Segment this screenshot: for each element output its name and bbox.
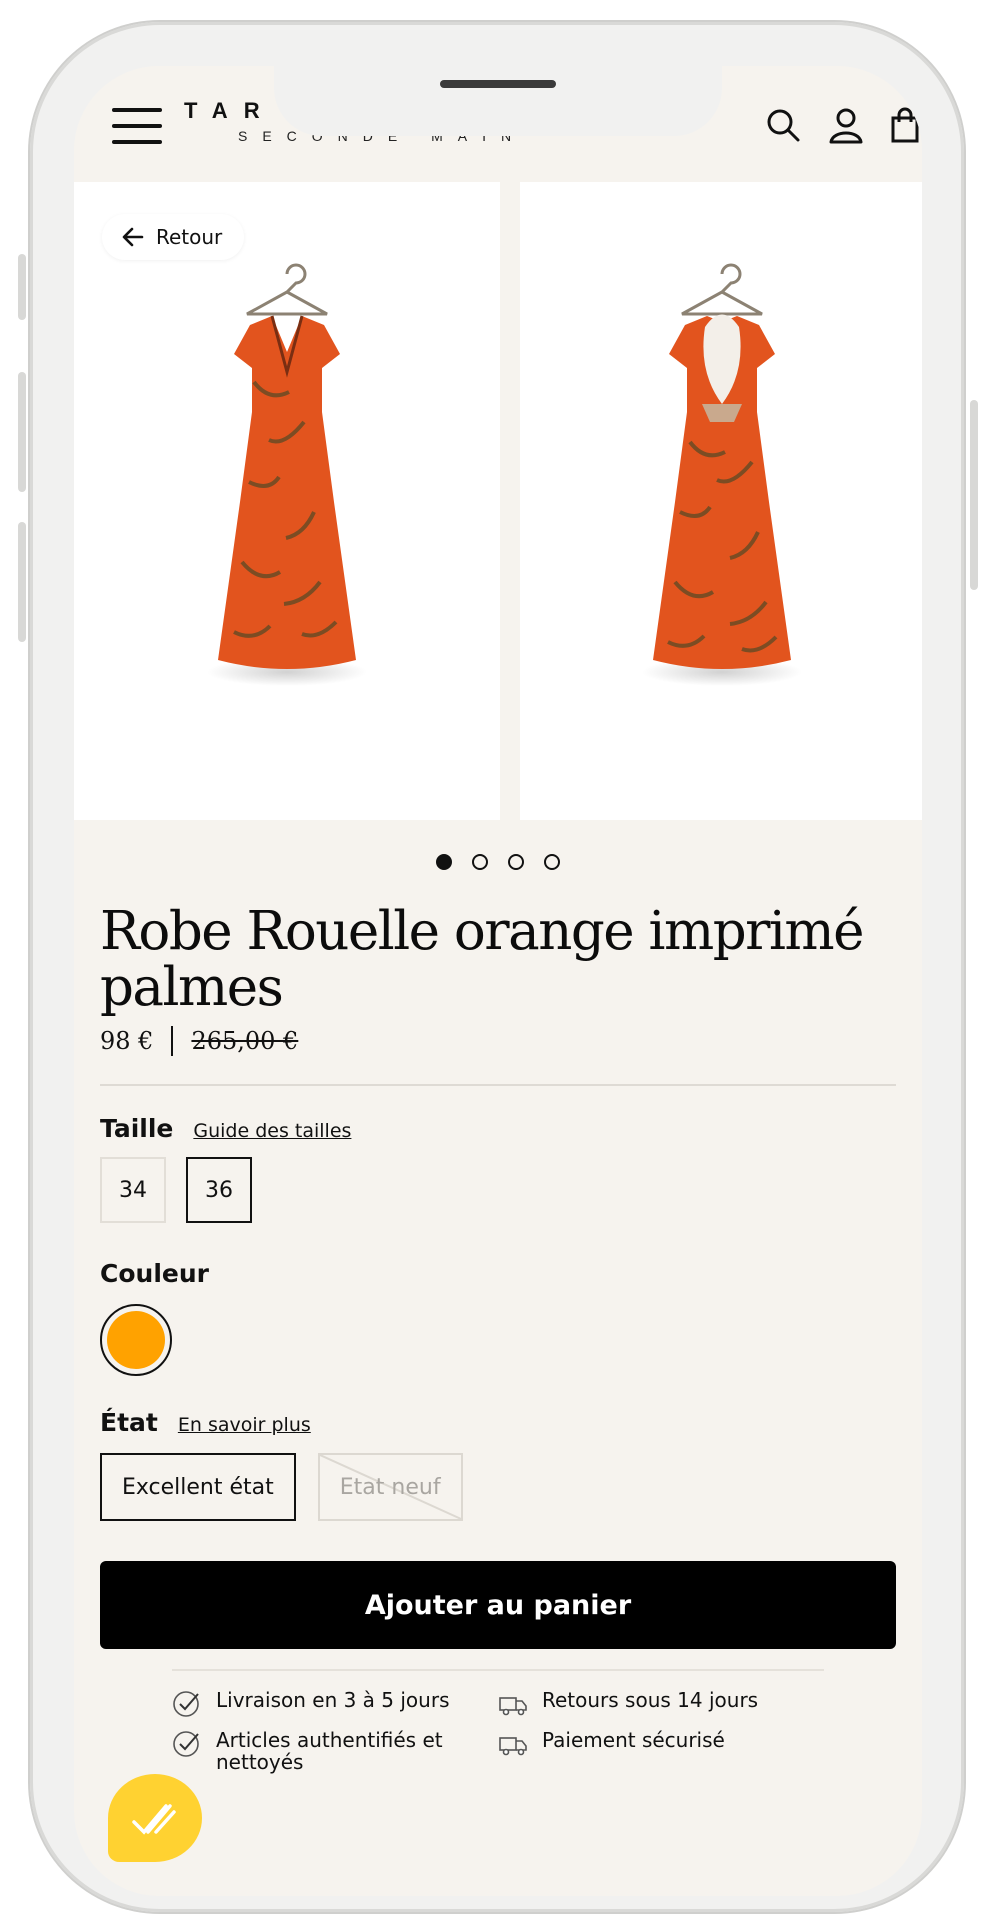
brand-logo[interactable]: TAR bbox=[184, 98, 276, 124]
info-payment: Paiement sécurisé bbox=[498, 1729, 725, 1759]
condition-option-excellent-label: Excellent état bbox=[122, 1474, 274, 1500]
carousel-dot-2[interactable] bbox=[472, 854, 488, 870]
truck-icon bbox=[499, 1697, 527, 1716]
color-label: Couleur bbox=[100, 1259, 209, 1288]
condition-option-new-unavailable: Etat neuf bbox=[317, 1453, 463, 1521]
divider bbox=[100, 1084, 896, 1086]
phone-volume-down bbox=[18, 522, 26, 642]
condition-info-link[interactable]: En savoir plus bbox=[178, 1414, 311, 1436]
color-swatch-orange[interactable] bbox=[100, 1304, 172, 1376]
check-circle-icon bbox=[173, 1691, 199, 1717]
reassurance-block: Livraison en 3 à 5 jours Retours sous 14… bbox=[100, 1671, 896, 1791]
info-payment-text: Paiement sécurisé bbox=[542, 1728, 725, 1752]
condition-label: État bbox=[100, 1408, 158, 1437]
carousel-dot-4[interactable] bbox=[544, 854, 560, 870]
add-to-cart-button[interactable]: Ajouter au panier bbox=[100, 1561, 896, 1649]
condition-header: État En savoir plus bbox=[100, 1408, 896, 1437]
carousel-indicators bbox=[74, 854, 922, 874]
product-photo-front[interactable]: Retour bbox=[74, 182, 500, 820]
screen: TAR SECONDE MAIN Retour Robe Rouelle ora… bbox=[74, 66, 922, 1896]
search-icon[interactable] bbox=[764, 106, 802, 144]
size-guide-link[interactable]: Guide des tailles bbox=[193, 1120, 351, 1142]
phone-notch bbox=[274, 66, 722, 136]
price-row: 98 € 265,00 € bbox=[100, 1026, 896, 1056]
bag-icon[interactable] bbox=[886, 106, 922, 144]
product-details: Robe Rouelle orange imprimé palmes 98 € … bbox=[100, 904, 896, 1791]
back-button[interactable]: Retour bbox=[102, 214, 245, 260]
info-delivery: Livraison en 3 à 5 jours bbox=[172, 1689, 450, 1719]
color-swatch-fill bbox=[107, 1311, 165, 1369]
product-title: Robe Rouelle orange imprimé palmes bbox=[100, 901, 865, 1018]
chat-widget-button[interactable] bbox=[108, 1774, 202, 1862]
carousel-dot-1[interactable] bbox=[436, 854, 452, 870]
product-gallery[interactable]: Retour bbox=[74, 182, 922, 820]
menu-icon[interactable] bbox=[112, 108, 162, 144]
info-delivery-text: Livraison en 3 à 5 jours bbox=[216, 1688, 450, 1712]
condition-options: Excellent état Etat neuf bbox=[100, 1453, 896, 1521]
condition-option-new-label: Etat neuf bbox=[339, 1474, 441, 1500]
account-icon[interactable] bbox=[827, 106, 865, 144]
size-header: Taille Guide des tailles bbox=[100, 1114, 896, 1143]
truck-icon bbox=[499, 1737, 527, 1756]
size-option-36[interactable]: 36 bbox=[186, 1157, 252, 1223]
info-authentic-text: Articles authentifiés et nettoyés bbox=[216, 1728, 443, 1774]
info-returns: Retours sous 14 jours bbox=[498, 1689, 758, 1719]
size-options: 34 36 bbox=[100, 1157, 896, 1223]
info-authentic: Articles authentifiés et nettoyés bbox=[172, 1729, 462, 1773]
size-option-34[interactable]: 34 bbox=[100, 1157, 166, 1223]
carousel-dot-3[interactable] bbox=[508, 854, 524, 870]
back-label: Retour bbox=[156, 225, 223, 249]
phone-silent-switch bbox=[18, 254, 26, 320]
info-returns-text: Retours sous 14 jours bbox=[542, 1688, 759, 1712]
arrow-left-icon bbox=[122, 227, 144, 247]
product-photo-back[interactable] bbox=[520, 182, 922, 820]
product-price: 98 € bbox=[100, 1027, 154, 1055]
chat-check-icon bbox=[132, 1804, 176, 1835]
check-circle-icon bbox=[173, 1731, 199, 1757]
size-label: Taille bbox=[100, 1114, 174, 1143]
original-price: 265,00 € bbox=[191, 1027, 299, 1055]
phone-volume-up bbox=[18, 372, 26, 492]
phone-power-button bbox=[970, 400, 978, 590]
condition-option-excellent[interactable]: Excellent état bbox=[100, 1453, 296, 1521]
